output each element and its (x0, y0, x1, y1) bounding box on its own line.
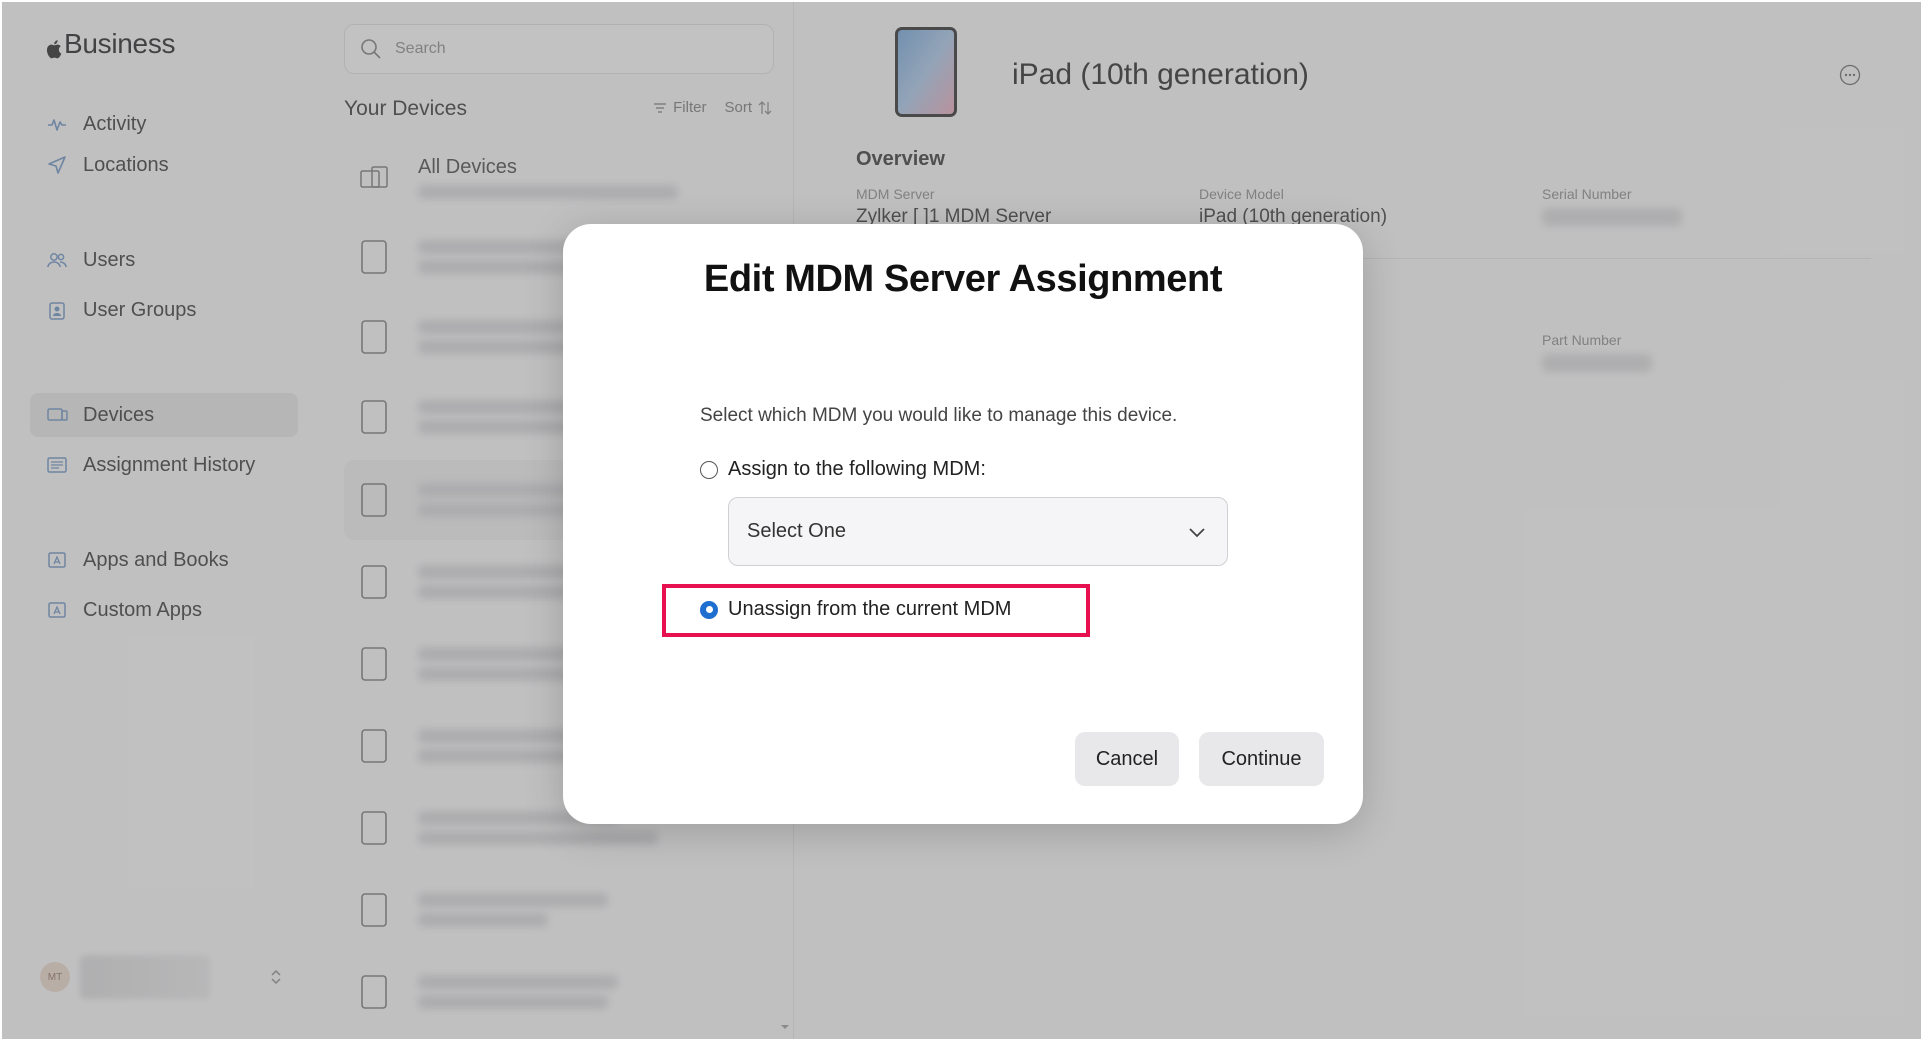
continue-button[interactable]: Continue (1199, 732, 1324, 786)
assign-radio[interactable] (700, 460, 718, 479)
cancel-button[interactable]: Cancel (1075, 732, 1179, 786)
app-window: Business Activity Locations Users User G… (2, 2, 1921, 1039)
dialog-description: Select which MDM you would like to manag… (700, 405, 1178, 426)
mdm-select-dropdown[interactable]: Select One (728, 497, 1228, 566)
assign-option-label: Assign to the following MDM: (728, 458, 986, 480)
chevron-down-icon (1189, 528, 1205, 538)
unassign-radio[interactable] (700, 600, 718, 619)
assign-mdm-option[interactable]: Assign to the following MDM: (700, 458, 986, 481)
edit-mdm-dialog: Edit MDM Server Assignment Select which … (563, 224, 1363, 824)
unassign-option-label: Unassign from the current MDM (728, 598, 1012, 620)
select-value: Select One (747, 520, 846, 542)
unassign-mdm-option[interactable]: Unassign from the current MDM (700, 598, 1011, 621)
dialog-title: Edit MDM Server Assignment (703, 258, 1223, 300)
